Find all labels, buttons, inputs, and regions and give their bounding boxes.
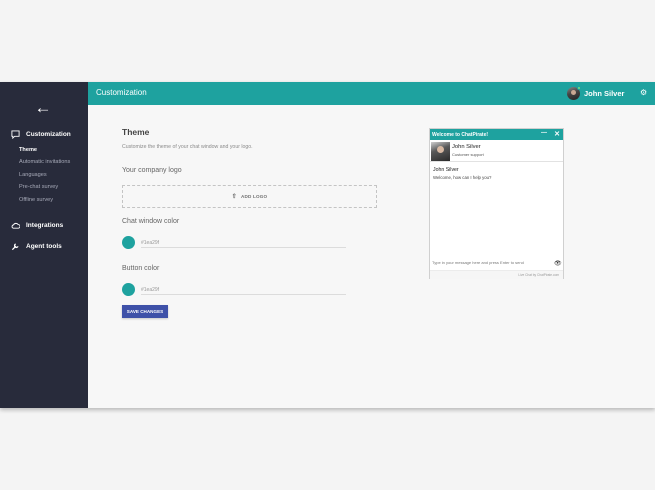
wrench-icon <box>11 243 19 251</box>
user-name[interactable]: John Silver <box>584 89 624 98</box>
online-status-dot <box>577 86 581 90</box>
close-icon[interactable]: ✕ <box>554 130 560 138</box>
button-color-label: Button color <box>122 265 160 272</box>
message-text: Welcome, how can I help you? <box>433 175 492 180</box>
agent-role: Customer support <box>452 152 484 157</box>
agent-name: John Silver <box>452 144 481 150</box>
chat-bubble-icon <box>11 130 20 139</box>
user-avatar[interactable] <box>567 86 581 100</box>
logo-section-label: Your company logo <box>122 167 182 174</box>
sidebar-item-integrations[interactable]: Integrations <box>11 221 63 230</box>
chat-color-field[interactable]: #1ea29f <box>141 238 346 248</box>
sidebar-item-label: Customization <box>26 131 71 138</box>
agent-photo <box>431 142 450 161</box>
top-header: Customization John Silver ⚙ <box>88 82 655 105</box>
chat-color-swatch[interactable] <box>122 236 135 249</box>
sidebar-subitem-offline-survey[interactable]: Offline survey <box>19 197 53 203</box>
agent-bar: John Silver Customer support <box>430 140 563 162</box>
sidebar-item-customization[interactable]: Customization <box>11 130 71 139</box>
sidebar-item-label: Integrations <box>26 222 64 229</box>
save-changes-button[interactable]: SAVE CHANGES <box>122 305 168 318</box>
sidebar-item-label: Agent tools <box>26 243 62 250</box>
sidebar-subitem-automatic-invitations[interactable]: Automatic invitations <box>19 159 70 165</box>
chat-title: Welcome to ChatPirate! <box>432 132 489 138</box>
button-color-swatch[interactable] <box>122 283 135 296</box>
chat-message-input[interactable]: Type in your message here and press Ente… <box>432 260 550 265</box>
chat-header: Welcome to ChatPirate! — ✕ <box>430 129 563 140</box>
back-arrow-icon[interactable]: ← <box>33 98 53 118</box>
sidebar-subitem-pre-chat-survey[interactable]: Pre-chat survey <box>19 184 58 190</box>
message-author: John Silver <box>433 167 459 173</box>
page-description: Customize the theme of your chat window … <box>122 144 253 150</box>
upload-icon: ⇧ <box>231 194 237 200</box>
sidebar-subitem-theme[interactable]: Theme <box>19 147 37 153</box>
eye-icon[interactable]: 👁 <box>554 260 562 267</box>
chat-window-preview: Welcome to ChatPirate! — ✕ John Silver C… <box>429 128 564 279</box>
add-logo-label: ADD LOGO <box>240 194 268 199</box>
chat-footer: Live Chat by ChatPirate.com <box>430 270 563 279</box>
sidebar-subitem-languages[interactable]: Languages <box>19 172 47 178</box>
sidebar: ← Customization Theme Automatic invitati… <box>0 82 88 408</box>
minimize-icon[interactable]: — <box>541 130 547 136</box>
chat-color-label: Chat window color <box>122 218 180 225</box>
page-header-title: Customization <box>96 88 147 97</box>
page-title: Theme <box>122 127 150 137</box>
gear-icon[interactable]: ⚙ <box>640 88 647 97</box>
button-color-field[interactable]: #1ea29f <box>141 285 346 295</box>
sidebar-item-agent-tools[interactable]: Agent tools <box>11 242 62 251</box>
add-logo-dropzone[interactable]: ⇧ ADD LOGO <box>122 185 377 208</box>
cloud-icon <box>11 222 20 229</box>
